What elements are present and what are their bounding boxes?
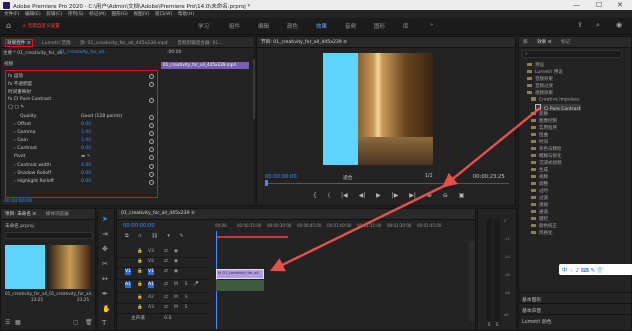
annotation-arrow-lower [269,184,445,272]
annotation-arrows [269,107,541,272]
annotation-arrow-upper [442,107,541,188]
